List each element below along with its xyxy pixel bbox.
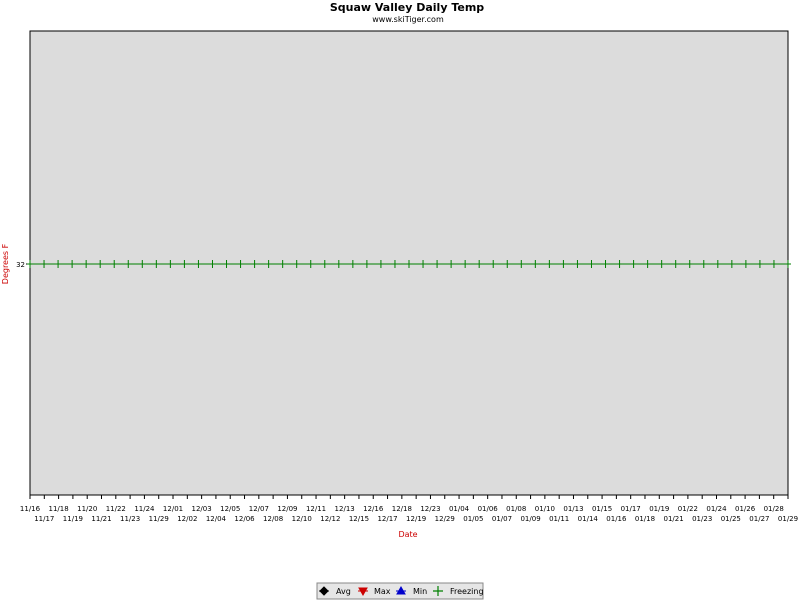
x-tick-label: 01/29 [778,515,798,523]
legend-label-max: Max [374,587,391,596]
x-tick-label: 12/23 [420,505,440,513]
x-tick-label: 01/22 [678,505,698,513]
x-tick-label: 12/15 [349,515,369,523]
x-tick-label: 12/12 [320,515,340,523]
x-tick-label: 12/06 [234,515,255,523]
x-tick-label: 11/18 [49,505,69,513]
x-tick-label: 01/15 [592,505,612,513]
x-tick-label: 11/23 [120,515,140,523]
x-tick-label: 01/09 [520,515,540,523]
x-tick-label: 12/13 [335,505,355,513]
x-tick-label: 12/10 [292,515,312,523]
legend-label-avg: Avg [336,587,351,596]
x-tick-label: 01/24 [706,505,727,513]
x-axis: 11/16 11/17 11/18 11/19 11/20 11/21 11/22 11/23… [20,495,798,523]
y-axis-label: Degrees F [1,243,10,284]
x-tick-label: 12/07 [249,505,269,513]
x-tick-label: 01/04 [449,505,470,513]
x-tick-label: 11/19 [63,515,83,523]
x-tick-label: 01/08 [506,505,526,513]
x-tick-label: 12/01 [163,505,183,513]
x-tick-label: 01/10 [535,505,555,513]
x-tick-label: 01/28 [764,505,784,513]
x-tick-label: 01/16 [606,515,627,523]
y-tick-label: 32 [16,261,25,269]
x-tick-label: 11/16 [20,505,41,513]
x-tick-label: 01/25 [721,515,741,523]
x-tick-label: 12/16 [363,505,384,513]
x-tick-label: 12/05 [220,505,240,513]
x-tick-label: 01/21 [663,515,683,523]
x-tick-label: 12/19 [406,515,426,523]
x-tick-label: 01/14 [578,515,599,523]
legend-label-freezing: Freezing [450,587,484,596]
x-tick-label: 01/07 [492,515,512,523]
x-tick-label: 11/29 [149,515,169,523]
x-tick-label: 11/20 [77,505,97,513]
x-tick-label: 12/03 [192,505,212,513]
x-axis-label: Date [398,530,417,539]
x-tick-label: 12/08 [263,515,283,523]
x-tick-label: 01/17 [621,505,641,513]
x-tick-label: 11/17 [34,515,54,523]
x-tick-label: 12/17 [377,515,397,523]
x-tick-label: 01/19 [649,505,669,513]
x-tick-label: 11/24 [134,505,155,513]
chart-title: Squaw Valley Daily Temp [330,1,484,14]
x-tick-label: 12/18 [392,505,412,513]
x-tick-label: 12/09 [277,505,297,513]
x-tick-label: 12/11 [306,505,326,513]
y-axis: 32 [16,261,30,269]
x-tick-label: 01/23 [692,515,712,523]
x-tick-label: 01/18 [635,515,655,523]
x-tick-label: 12/29 [435,515,455,523]
x-tick-label: 01/26 [735,505,756,513]
x-tick-label: 12/02 [177,515,197,523]
x-tick-label: 01/11 [549,515,569,523]
chart-subtitle: www.skiTiger.com [372,15,444,24]
x-tick-label: 01/06 [478,505,499,513]
x-tick-label: 11/21 [91,515,111,523]
x-tick-label: 12/04 [206,515,227,523]
chart: Squaw Valley Daily Temp www.skiTiger.com… [1,1,798,600]
x-tick-label: 11/22 [106,505,126,513]
legend: Avg Max Min Freezing [316,582,484,600]
x-tick-label: 01/05 [463,515,483,523]
x-tick-label: 01/13 [563,505,583,513]
x-tick-label: 01/27 [749,515,769,523]
legend-label-min: Min [413,587,427,596]
